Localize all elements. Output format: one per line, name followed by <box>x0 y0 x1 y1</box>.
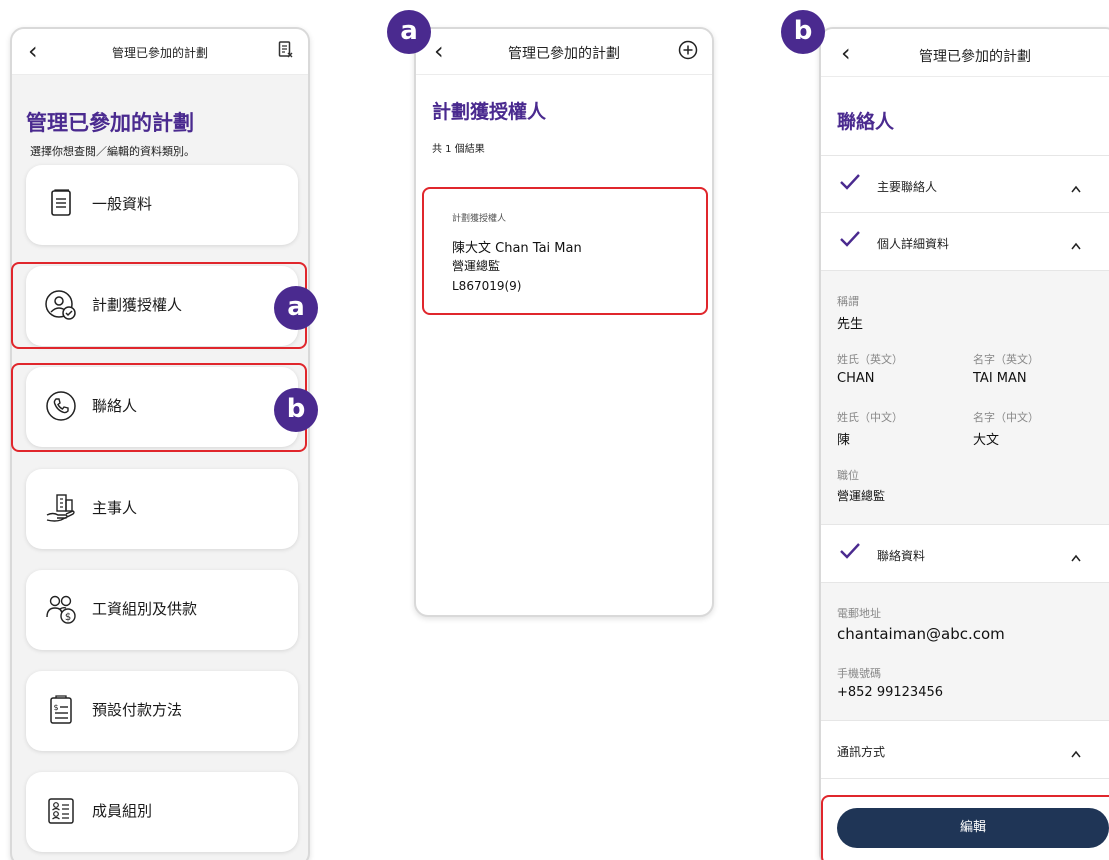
callout-badge-b-screen: b <box>781 10 825 54</box>
menu-item-member-group[interactable]: 成員組別 <box>26 772 298 852</box>
section-label: 個人詳細資料 <box>877 237 950 251</box>
page-title: 管理已參加的計劃 <box>26 111 194 135</box>
field-label-mobile: 手機號碼 <box>837 667 881 680</box>
navbar: ‹ 管理已參加的計劃 <box>416 29 712 75</box>
field-label-surname-zh: 姓氏（中文） <box>837 411 903 424</box>
field-label-title: 稱謂 <box>837 295 859 308</box>
menu-item-label: 主事人 <box>92 499 138 517</box>
group-payroll-icon: $ <box>44 592 78 626</box>
field-value-title: 先生 <box>837 317 864 332</box>
navbar: ‹ 管理已參加的計劃 <box>12 29 308 75</box>
field-label-surname-en: 姓氏（英文） <box>837 353 903 366</box>
result-count: 共 1 個結果 <box>432 144 485 155</box>
page-title: 計劃獲授權人 <box>432 101 547 123</box>
screen-contact-person: ‹ 管理已參加的計劃 聯絡人 主要聯絡人 個人詳細資料 稱謂 先生 姓氏（英文）… <box>819 27 1109 860</box>
menu-item-default-payment[interactable]: $ 預設付款方法 <box>26 671 298 751</box>
section-communication-method[interactable]: 通訊方式 <box>821 721 1109 779</box>
page-subtitle: 選擇你想查閱／編輯的資料類別。 <box>30 145 195 158</box>
field-value-surname-en: CHAN <box>837 371 875 386</box>
authorized-person-card[interactable]: 計劃獲授權人 陳大文 Chan Tai Man 營運總監 L867019(9) <box>422 187 708 315</box>
add-icon[interactable] <box>678 40 698 64</box>
callout-badge-b: b <box>274 388 318 432</box>
menu-item-payroll-group[interactable]: $ 工資組別及供款 <box>26 570 298 650</box>
chevron-up-icon <box>1071 743 1081 758</box>
field-value-surname-zh: 陳 <box>837 433 851 448</box>
check-icon <box>839 173 861 191</box>
section-label: 主要聯絡人 <box>877 180 938 194</box>
svg-text:$: $ <box>65 612 71 623</box>
navbar: ‹ 管理已參加的計劃 <box>821 29 1109 77</box>
field-value-email: chantaiman@abc.com <box>837 625 1005 643</box>
nav-title: 管理已參加的計劃 <box>508 46 620 62</box>
svg-text:$: $ <box>53 703 58 712</box>
menu-item-label: 一般資料 <box>92 195 153 213</box>
menu-item-label: 成員組別 <box>92 802 153 820</box>
card-caption: 計劃獲授權人 <box>452 214 507 224</box>
highlight-contact <box>11 363 307 452</box>
page-title: 聯絡人 <box>837 111 895 133</box>
field-label-position: 職位 <box>837 469 859 482</box>
field-label-given-en: 名字（英文） <box>973 353 1039 366</box>
section-contact-info[interactable]: 聯絡資料 <box>821 525 1109 583</box>
document-icon <box>44 187 78 221</box>
menu-item-general-info[interactable]: 一般資料 <box>26 165 298 245</box>
callout-badge-a: a <box>274 286 318 330</box>
chevron-up-icon <box>1071 547 1081 562</box>
section-primary-contact[interactable]: 主要聯絡人 <box>821 155 1109 213</box>
chevron-up-icon <box>1071 235 1081 250</box>
nav-title: 管理已參加的計劃 <box>111 46 208 60</box>
field-value-mobile: +852 99123456 <box>837 685 944 700</box>
field-value-given-en: TAI MAN <box>973 371 1027 386</box>
member-group-icon <box>44 794 78 828</box>
person-position: 營運總監 <box>452 259 501 273</box>
callout-badge-a-screen: a <box>387 10 431 54</box>
payment-list-icon: $ <box>44 693 78 727</box>
chevron-up-icon <box>1071 178 1081 193</box>
field-value-position: 營運總監 <box>837 489 886 503</box>
menu-item-label: 工資組別及供款 <box>92 600 198 618</box>
personal-details-panel: 稱謂 先生 姓氏（英文） CHAN 名字（英文） TAI MAN 姓氏（中文） … <box>821 271 1109 525</box>
menu-item-label: 預設付款方法 <box>92 701 183 719</box>
highlight-edit-button <box>821 795 1109 860</box>
highlight-authorized-person <box>11 262 307 349</box>
section-label: 通訊方式 <box>837 745 886 759</box>
person-id: L867019(9) <box>452 279 522 293</box>
check-icon <box>839 542 861 560</box>
person-name: 陳大文 Chan Tai Man <box>452 241 582 256</box>
nav-title: 管理已參加的計劃 <box>919 49 1031 65</box>
section-personal-details[interactable]: 個人詳細資料 <box>821 213 1109 271</box>
contact-info-panel: 電郵地址 chantaiman@abc.com 手機號碼 +852 991234… <box>821 583 1109 721</box>
document-edit-icon[interactable] <box>278 41 294 63</box>
screen-authorized-persons: ‹ 管理已參加的計劃 計劃獲授權人 共 1 個結果 計劃獲授權人 陳大文 Cha… <box>414 27 714 617</box>
check-icon <box>839 230 861 248</box>
section-label: 聯絡資料 <box>877 549 926 563</box>
field-value-given-zh: 大文 <box>973 433 1000 448</box>
field-label-email: 電郵地址 <box>837 607 881 620</box>
field-label-given-zh: 名字（中文） <box>973 411 1039 424</box>
building-hand-icon <box>44 491 78 525</box>
menu-item-principal[interactable]: 主事人 <box>26 469 298 549</box>
